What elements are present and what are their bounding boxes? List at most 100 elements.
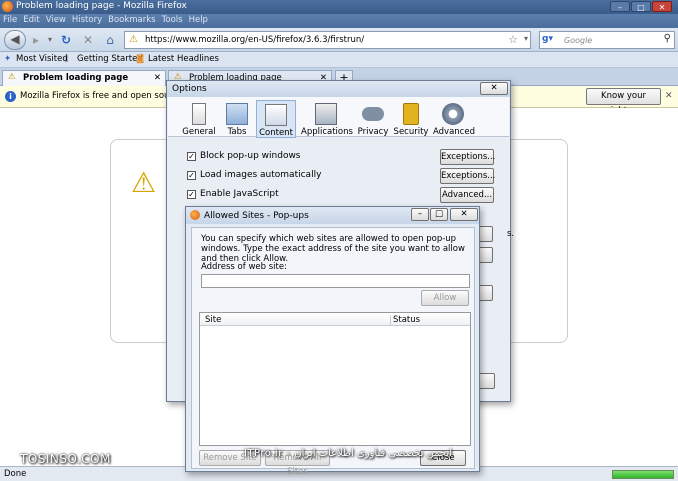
url-text: https://www.mozilla.org/en-US/firefox/3.…	[145, 35, 365, 45]
warning-icon: ⚠	[8, 72, 16, 82]
close-tab-icon[interactable]: ✕	[154, 73, 161, 83]
category-label: Privacy	[357, 127, 389, 137]
rss-icon: ◙	[136, 54, 145, 64]
options-close-button[interactable]: ✕	[480, 82, 508, 95]
column-status[interactable]: Status	[390, 315, 420, 325]
block-popups-checkbox[interactable]: ✓	[187, 152, 196, 161]
forward-arrow-icon: ▸	[32, 33, 40, 47]
chevron-down-icon: ▾	[47, 35, 52, 44]
stop-icon: ✕	[82, 33, 94, 47]
close-window-button[interactable]: ✕	[652, 1, 672, 12]
menu-history[interactable]: History	[69, 14, 105, 26]
load-images-label: Load images automatically	[200, 170, 322, 180]
category-label: Advanced	[433, 127, 475, 137]
category-general[interactable]: General	[179, 103, 219, 137]
bookmark-most-visited[interactable]: Most Visited	[16, 54, 68, 64]
content-icon	[265, 104, 287, 126]
category-label: General	[182, 127, 216, 137]
status-text: Done	[4, 469, 27, 479]
allowed-minimize-button[interactable]: –	[411, 208, 429, 221]
menu-edit[interactable]: Edit	[20, 14, 42, 26]
most-visited-icon: ✦	[4, 54, 12, 64]
bookmarks-toolbar: ✦ Most Visited ▯ Getting Started ◙ Lates…	[0, 52, 678, 68]
category-label: Applications	[301, 127, 353, 137]
general-icon	[192, 103, 206, 125]
menu-help[interactable]: Help	[186, 14, 211, 26]
gear-icon	[442, 103, 464, 125]
reload-button[interactable]: ↻	[58, 32, 74, 48]
progress-bar	[612, 470, 674, 479]
maximize-button[interactable]: □	[631, 1, 651, 12]
stop-button[interactable]: ✕	[80, 32, 96, 48]
category-label: Content	[259, 128, 293, 138]
block-popups-label: Block pop-up windows	[200, 151, 301, 161]
firefox-icon	[190, 210, 200, 220]
category-advanced[interactable]: Advanced	[433, 103, 475, 137]
javascript-advanced-button[interactable]: Advanced...	[440, 187, 494, 203]
search-placeholder: Google	[564, 36, 593, 45]
allowed-body: You can specify which web sites are allo…	[191, 227, 475, 477]
address-label: Address of web site:	[201, 262, 287, 272]
menu-bar: File Edit View History Bookmarks Tools Help	[0, 14, 678, 28]
back-button[interactable]: ◀	[4, 30, 26, 50]
home-button[interactable]: ⌂	[102, 32, 118, 48]
menu-bookmarks[interactable]: Bookmarks	[105, 14, 159, 26]
url-dropdown-icon[interactable]: ▾	[524, 34, 528, 43]
privacy-mask-icon	[362, 107, 384, 121]
bookmark-star-icon[interactable]: ☆	[508, 33, 518, 46]
category-content[interactable]: Content	[256, 100, 296, 138]
reload-icon: ↻	[60, 33, 72, 47]
watermark-right: ITPro.ir - انجمن تخصصی فناوری اطلاعات ای…	[244, 448, 452, 459]
know-your-rights-button[interactable]: Know your rights...	[586, 88, 661, 116]
navigation-toolbar: ◀ ▸ ▾ ↻ ✕ ⌂ ⚠ https://www.mozilla.org/en…	[0, 28, 678, 52]
warning-icon: ⚠	[131, 166, 157, 199]
popup-exceptions-button[interactable]: Exceptions...	[440, 149, 495, 165]
google-icon: g▾	[542, 34, 553, 44]
menu-tools[interactable]: Tools	[159, 14, 186, 26]
home-icon: ⌂	[106, 33, 114, 47]
watermark-left: TOSINSO.COM	[20, 452, 111, 466]
category-applications[interactable]: Applications	[301, 103, 353, 137]
menu-file[interactable]: File	[0, 14, 20, 26]
dropdown-history-button[interactable]: ▾	[42, 32, 58, 48]
window-titlebar: Problem loading page - Mozilla Firefox –…	[0, 0, 678, 14]
options-title: Options	[172, 84, 207, 94]
category-security[interactable]: Security	[391, 103, 431, 137]
allowed-titlebar: Allowed Sites - Pop-ups – □ ✕	[186, 207, 479, 224]
category-label: Tabs	[227, 127, 247, 137]
load-images-checkbox[interactable]: ✓	[187, 171, 196, 180]
tabs-icon	[226, 103, 248, 125]
enable-javascript-label: Enable JavaScript	[200, 189, 279, 199]
enable-javascript-checkbox[interactable]: ✓	[187, 190, 196, 199]
allowed-title: Allowed Sites - Pop-ups	[204, 211, 309, 221]
images-exceptions-button[interactable]: Exceptions...	[440, 168, 495, 184]
firefox-icon	[2, 1, 13, 12]
truncated-text: s.	[507, 229, 515, 239]
bookmark-getting-started[interactable]: Getting Started	[77, 54, 143, 64]
url-bar[interactable]: ⚠ https://www.mozilla.org/en-US/firefox/…	[124, 31, 531, 49]
bookmark-latest-headlines[interactable]: Latest Headlines	[148, 54, 219, 64]
category-tabs[interactable]: Tabs	[217, 103, 257, 137]
search-icon[interactable]: ⚲	[664, 33, 671, 44]
category-label: Security	[393, 127, 429, 137]
allowed-maximize-button[interactable]: □	[430, 208, 448, 221]
search-box[interactable]: g▾ Google ⚲	[539, 31, 675, 49]
info-icon: i	[5, 91, 16, 102]
options-titlebar: Options ✕	[167, 81, 510, 97]
minimize-button[interactable]: –	[610, 1, 630, 12]
page-icon: ▯	[64, 54, 69, 64]
sites-list[interactable]: Site Status	[199, 312, 471, 446]
tab-1[interactable]: ⚠ Problem loading page ✕	[2, 70, 166, 86]
category-privacy[interactable]: Privacy	[353, 103, 393, 137]
column-site[interactable]: Site	[205, 315, 221, 325]
lock-icon	[403, 103, 419, 125]
allow-button[interactable]: Allow	[421, 290, 469, 306]
back-arrow-icon: ◀	[10, 32, 20, 46]
close-notification-icon[interactable]: ✕	[665, 91, 673, 101]
menu-view[interactable]: View	[43, 14, 69, 26]
tab-label: Problem loading page	[23, 73, 129, 83]
allowed-close-button[interactable]: ✕	[450, 208, 478, 221]
address-input[interactable]	[201, 274, 470, 288]
allowed-description: You can specify which web sites are allo…	[201, 234, 465, 264]
warning-icon: ⚠	[129, 34, 138, 45]
